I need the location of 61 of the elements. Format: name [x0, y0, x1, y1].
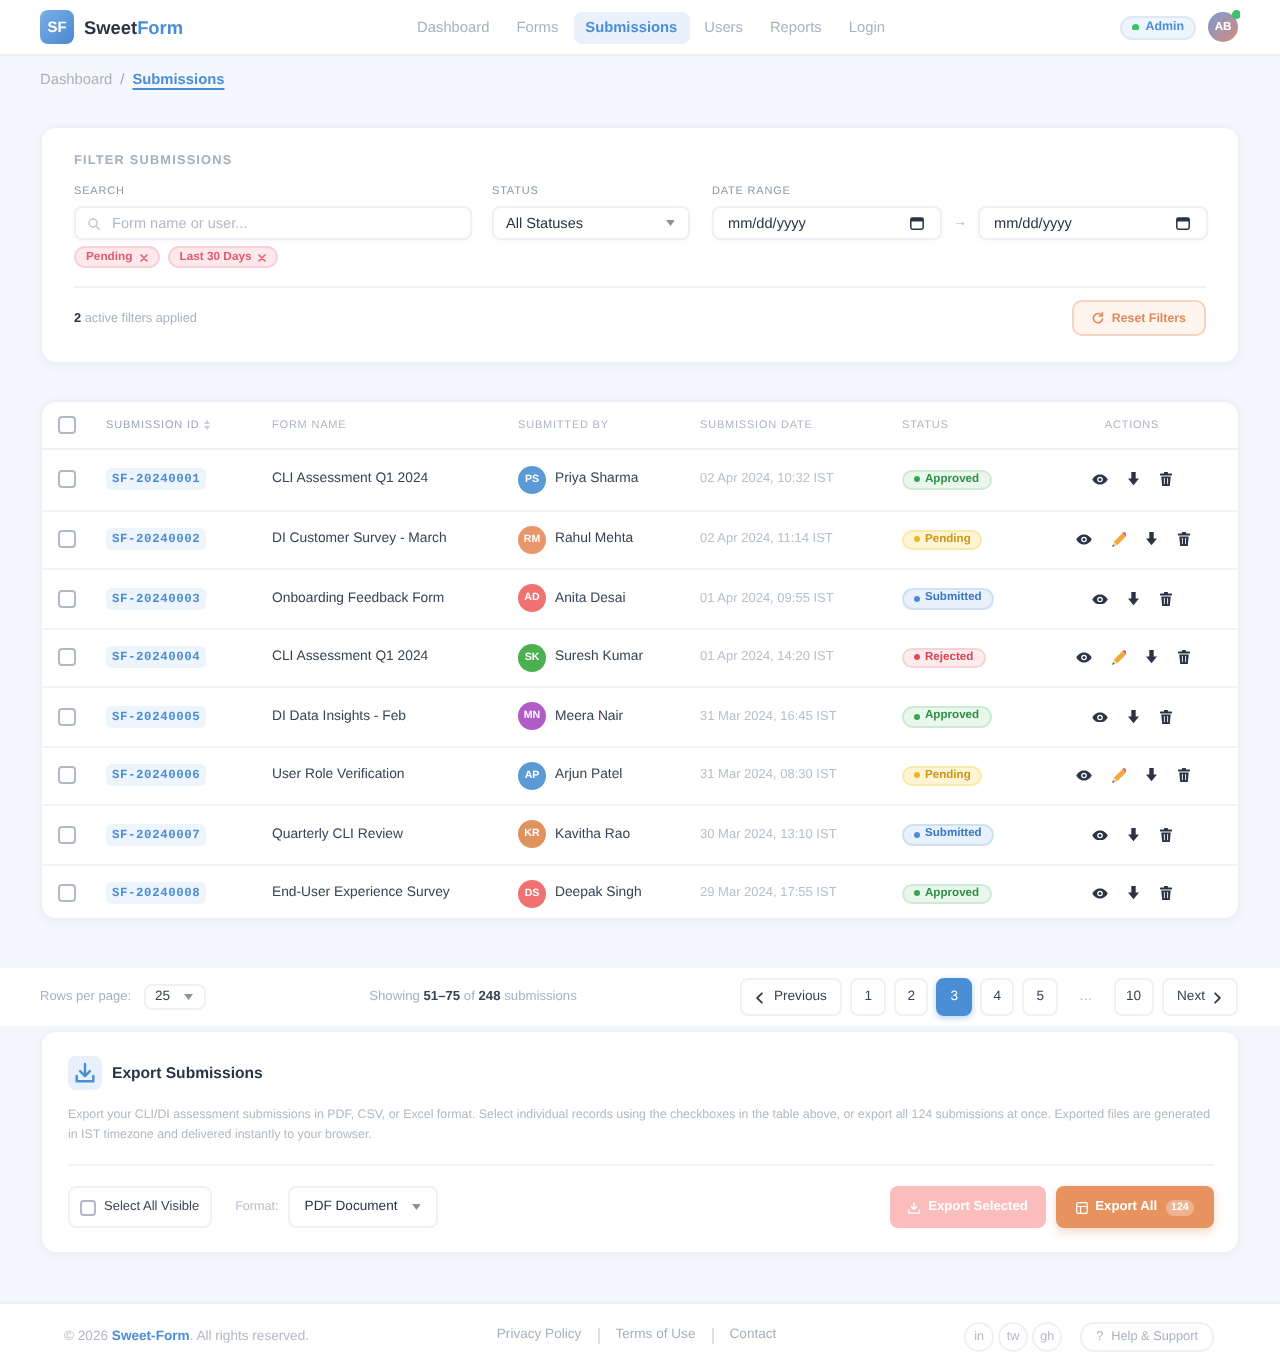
eye-icon[interactable] [1075, 770, 1091, 781]
close-icon[interactable] [139, 253, 148, 261]
reset-icon [1091, 312, 1104, 324]
eye-icon[interactable] [1075, 534, 1091, 545]
search-icon [88, 217, 100, 229]
eye-icon[interactable] [1092, 474, 1109, 485]
caret-icon [411, 1204, 421, 1211]
status-dot-icon [914, 595, 920, 602]
pencil-icon[interactable] [1111, 650, 1126, 665]
table-icon [1075, 1201, 1088, 1214]
trash-icon[interactable] [1159, 472, 1172, 487]
caret-icon [665, 220, 674, 226]
calendar-icon [1176, 216, 1190, 230]
down-arrow-icon[interactable] [1146, 532, 1157, 547]
checkbox[interactable] [58, 825, 76, 844]
checkbox[interactable] [58, 884, 76, 903]
status-dot-icon [914, 476, 920, 483]
chevron-right-icon [1214, 991, 1222, 1003]
pencil-icon[interactable] [1111, 532, 1126, 547]
checkbox[interactable] [58, 648, 76, 667]
pencil-icon[interactable] [1111, 768, 1126, 783]
checkbox[interactable] [58, 470, 76, 489]
calendar-icon [910, 216, 924, 230]
status-dot-icon [914, 772, 920, 779]
trash-icon[interactable] [1159, 827, 1172, 842]
trash-icon[interactable] [1159, 591, 1172, 606]
trash-icon[interactable] [1177, 768, 1189, 783]
down-arrow-icon[interactable] [1128, 886, 1140, 901]
status-dot-icon [914, 890, 920, 897]
caret-icon [184, 994, 194, 1000]
close-icon[interactable] [258, 253, 267, 261]
brand-name[interactable]: SweetForm [84, 17, 184, 37]
eye-icon[interactable] [1092, 593, 1109, 604]
checkbox[interactable] [58, 416, 76, 434]
status-dot-icon [914, 831, 920, 838]
status-dot-icon [914, 654, 920, 661]
download-icon [68, 1056, 102, 1090]
down-arrow-icon[interactable] [1128, 591, 1140, 606]
down-arrow-icon[interactable] [1146, 650, 1157, 665]
trash-icon[interactable] [1177, 650, 1189, 665]
checkbox[interactable] [80, 1199, 96, 1216]
eye-icon[interactable] [1092, 888, 1109, 899]
checkbox[interactable] [58, 530, 76, 549]
eye-icon[interactable] [1075, 652, 1091, 663]
checkbox[interactable] [58, 766, 76, 785]
checkbox[interactable] [58, 707, 76, 726]
down-arrow-icon[interactable] [1128, 827, 1140, 842]
download-icon [908, 1201, 921, 1214]
down-arrow-icon[interactable] [1128, 472, 1140, 487]
eye-icon[interactable] [1092, 711, 1109, 722]
status-dot-icon [1132, 23, 1140, 31]
trash-icon[interactable] [1159, 886, 1172, 901]
down-arrow-icon[interactable] [1146, 768, 1157, 783]
eye-icon[interactable] [1092, 829, 1109, 840]
chevron-left-icon [756, 991, 764, 1003]
trash-icon[interactable] [1177, 532, 1189, 547]
checkbox[interactable] [58, 589, 76, 608]
status-dot-icon [914, 713, 920, 720]
status-dot-icon [914, 536, 920, 543]
trash-icon[interactable] [1159, 709, 1172, 724]
down-arrow-icon[interactable] [1128, 709, 1140, 724]
